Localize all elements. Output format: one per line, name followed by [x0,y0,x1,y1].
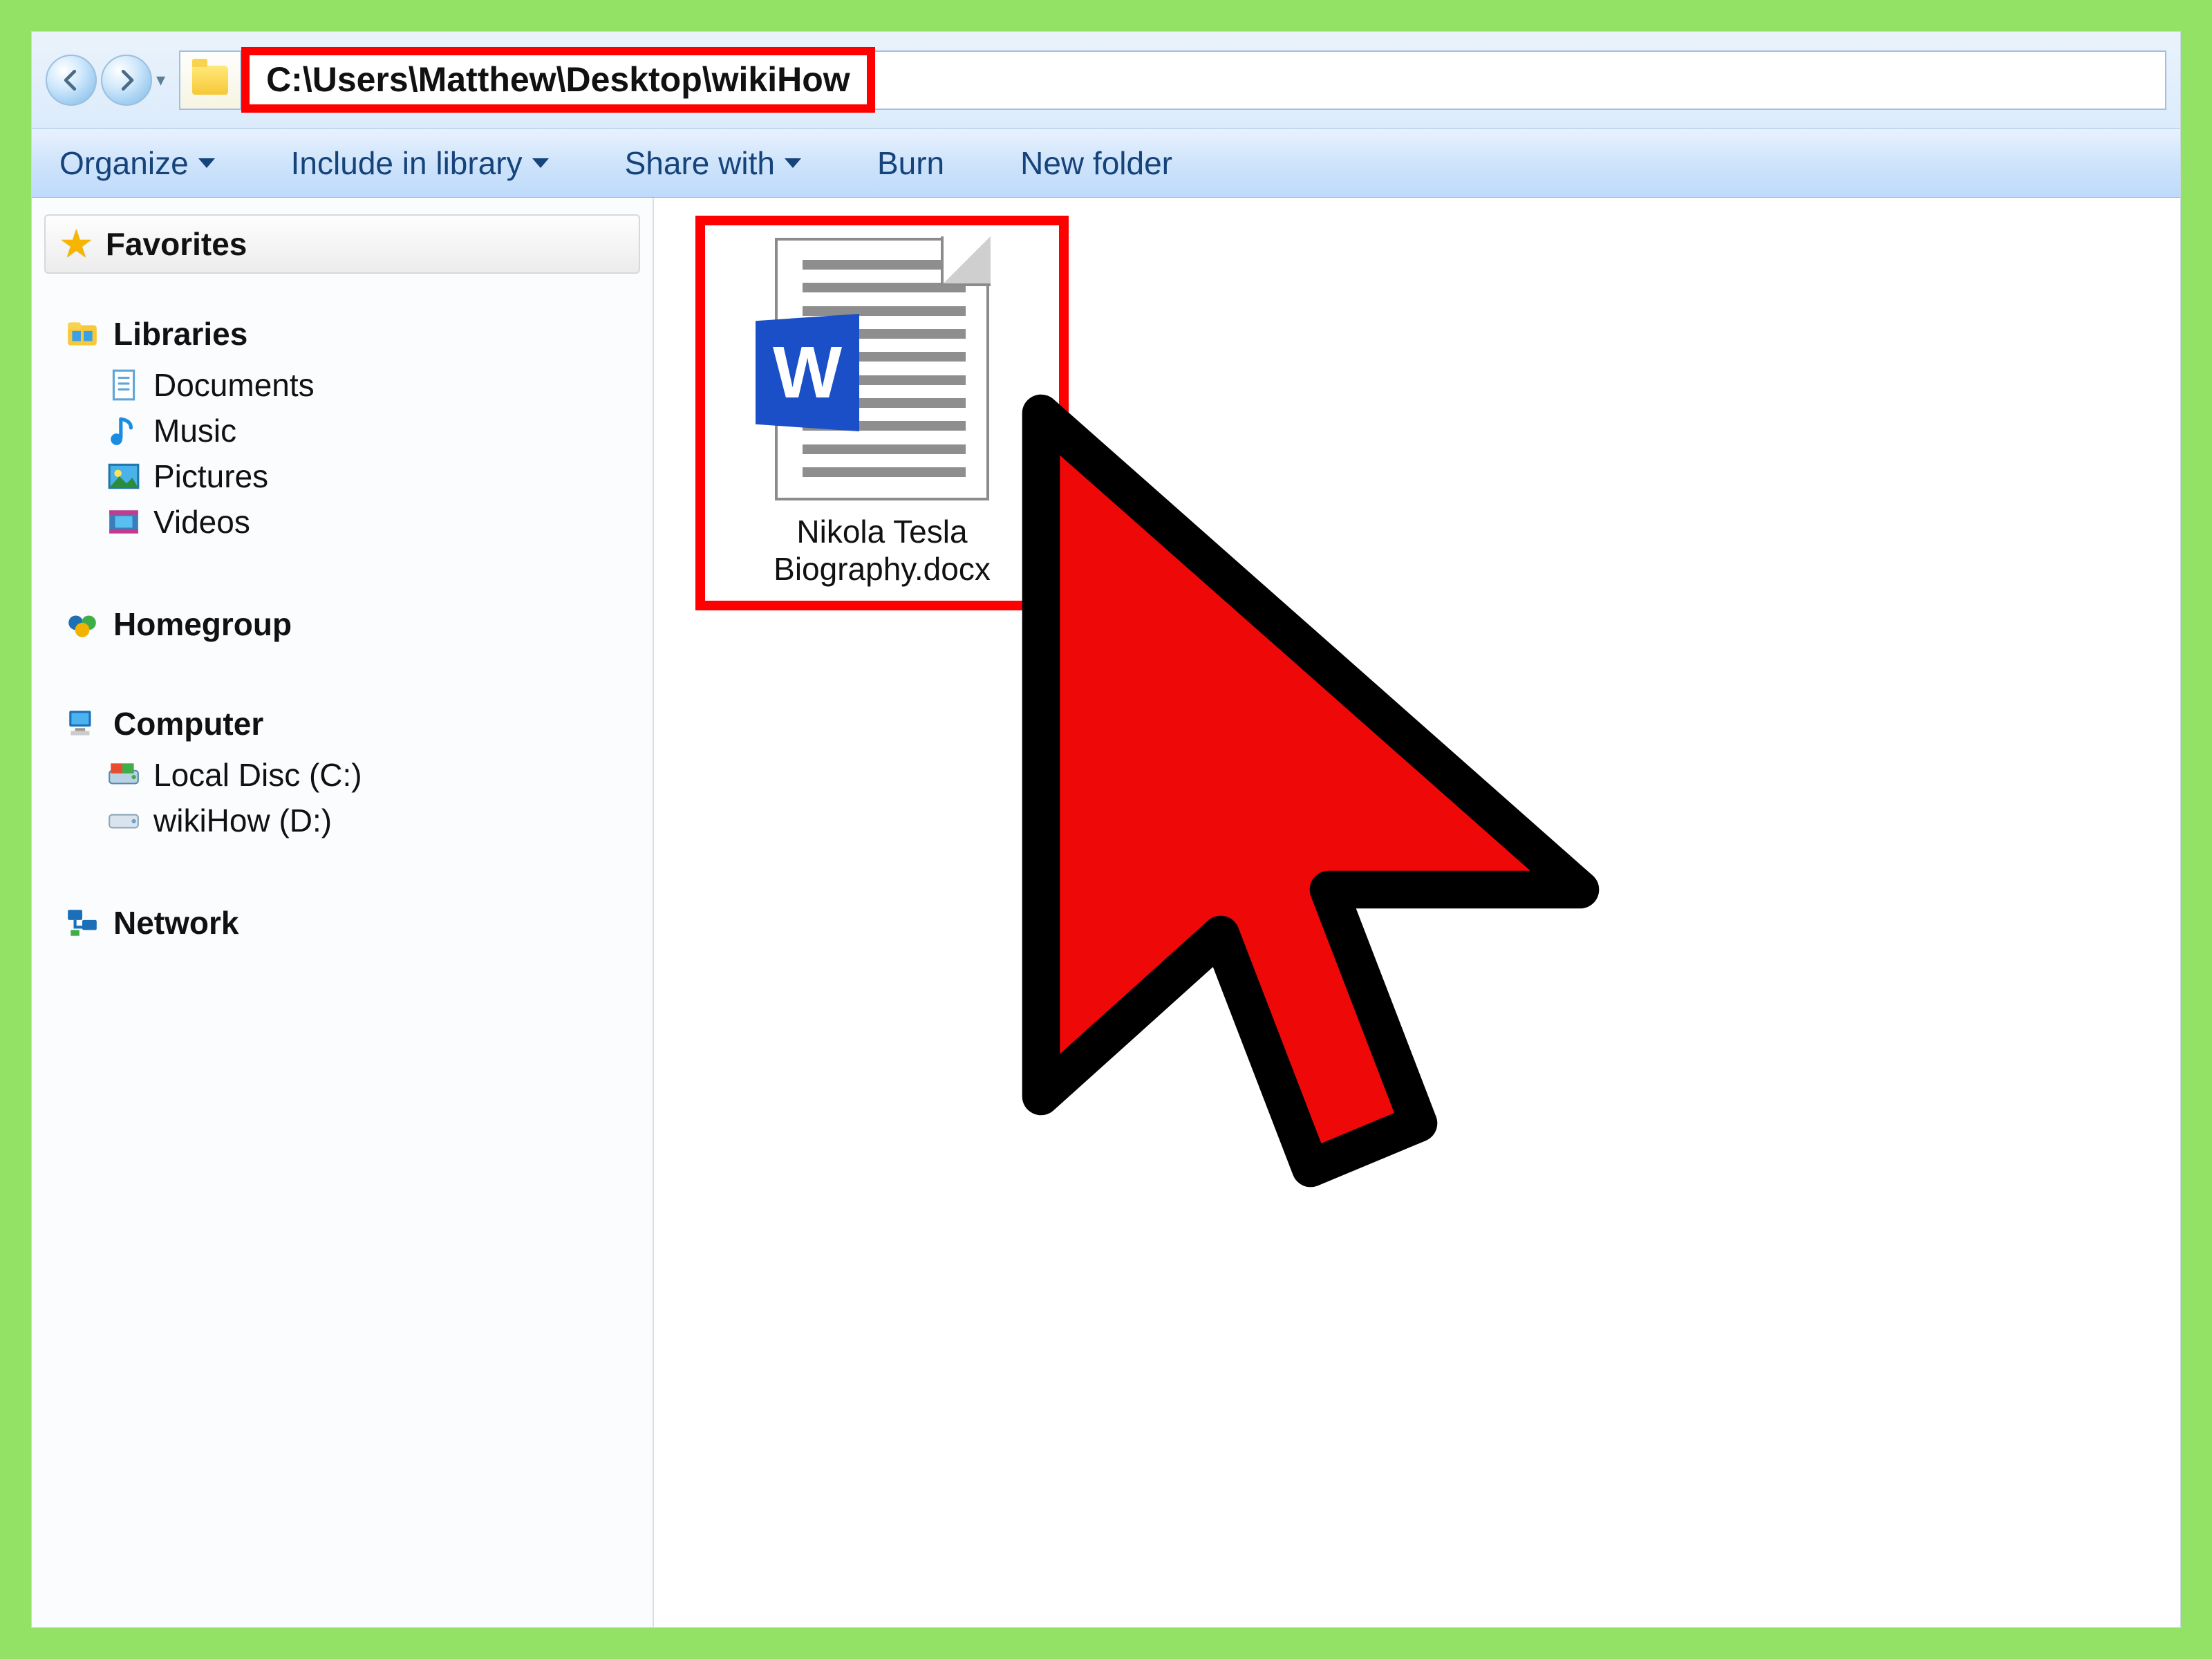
pictures-label: Pictures [153,458,268,495]
chevron-down-icon [532,158,549,168]
back-button[interactable] [46,55,97,106]
sidebar-item-network[interactable]: Network [44,904,640,941]
music-label: Music [153,412,236,449]
network-label: Network [113,904,238,941]
address-bar[interactable]: C:\Users\Matthew\Desktop\wikiHow [179,50,2166,110]
documents-label: Documents [153,366,315,404]
toolbar: Organize Include in library Share with B… [32,129,2180,198]
chevron-down-icon [198,158,215,168]
burn-label: Burn [877,144,944,182]
libraries-label: Libraries [113,315,247,353]
word-document-icon: W [775,238,989,500]
body-area: ★ Favorites Libraries Documents [32,198,2180,1627]
share-label: Share with [625,144,775,182]
sidebar-item-homegroup[interactable]: Homegroup [44,606,640,643]
newfolder-label: New folder [1020,144,1172,182]
local-disc-label: Local Disc (C:) [153,756,362,794]
sidebar-item-favorites[interactable]: ★ Favorites [44,214,640,274]
file-item-word-doc[interactable]: W Nikola Tesla Biography.docx [695,216,1069,610]
pictures-icon [106,459,141,494]
nav-button-group: ▾ [46,55,165,106]
explorer-window: ▾ C:\Users\Matthew\Desktop\wikiHow Organ… [31,31,2181,1628]
chevron-down-icon [785,158,801,168]
burn-button[interactable]: Burn [877,144,944,182]
sidebar-item-documents[interactable]: Documents [44,364,640,406]
drive-icon [106,803,141,838]
homegroup-icon [65,607,100,641]
sidebar-item-videos[interactable]: Videos [44,500,640,543]
arrow-right-icon [113,67,140,93]
address-section: ▾ C:\Users\Matthew\Desktop\wikiHow [32,32,2180,129]
star-icon: ★ [61,224,92,264]
libraries-icon [65,317,100,351]
wikihow-drive-label: wikiHow (D:) [153,802,332,839]
favorites-label: Favorites [106,225,247,263]
homegroup-label: Homegroup [113,606,292,643]
sidebar-item-local-disc[interactable]: Local Disc (C:) [44,753,640,796]
address-path[interactable]: C:\Users\Matthew\Desktop\wikiHow [241,47,875,113]
include-in-library-menu[interactable]: Include in library [291,144,549,182]
sidebar-item-computer[interactable]: Computer [44,705,640,742]
sidebar-item-wikihow-drive[interactable]: wikiHow (D:) [44,799,640,842]
file-name-line2: Biography.docx [774,550,991,588]
organize-menu[interactable]: Organize [59,144,215,182]
new-folder-button[interactable]: New folder [1020,144,1172,182]
document-icon [106,368,141,402]
file-name-line1: Nikola Tesla [774,513,991,550]
navigation-pane: ★ Favorites Libraries Documents [32,198,654,1627]
sidebar-item-music[interactable]: Music [44,409,640,452]
history-dropdown-icon[interactable]: ▾ [156,69,165,91]
sidebar-item-pictures[interactable]: Pictures [44,455,640,498]
forward-button[interactable] [101,55,152,106]
address-folder-icon [180,52,241,109]
include-label: Include in library [291,144,523,182]
videos-icon [106,505,141,539]
file-name-label: Nikola Tesla Biography.docx [774,513,991,588]
arrow-left-icon [58,67,84,93]
sidebar-item-libraries[interactable]: Libraries [44,315,640,353]
videos-label: Videos [153,503,250,541]
computer-label: Computer [113,705,263,742]
computer-icon [65,706,100,741]
music-icon [106,413,141,448]
file-list-pane[interactable]: W Nikola Tesla Biography.docx [654,198,2180,1627]
organize-label: Organize [59,144,189,182]
network-icon [65,906,100,940]
share-with-menu[interactable]: Share with [625,144,801,182]
drive-icon [106,758,141,792]
